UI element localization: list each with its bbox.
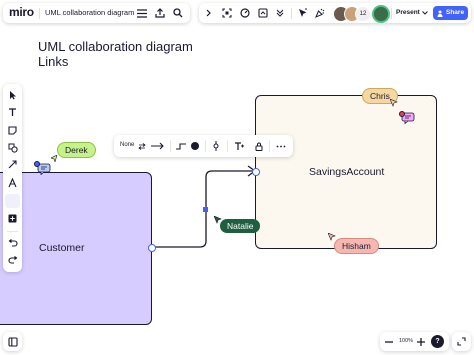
- divider: [7, 231, 18, 232]
- lock-icon[interactable]: [254, 140, 264, 152]
- add-text-icon[interactable]: [233, 140, 245, 152]
- divider: [227, 140, 228, 152]
- connector-end-handle[interactable]: [252, 168, 260, 176]
- sticky-note-tool-icon[interactable]: [6, 124, 19, 137]
- divider: [205, 140, 206, 152]
- present-button-label: Present: [396, 9, 420, 16]
- divider: [391, 8, 392, 19]
- arrow-end-icon[interactable]: [150, 140, 166, 152]
- customer-shape[interactable]: Customer: [0, 172, 152, 325]
- cursor-reactions-icon[interactable]: [297, 7, 309, 19]
- cursor-arrow-icon: [389, 98, 398, 107]
- cursor-label-derek: Derek: [57, 142, 96, 158]
- select-tool-icon[interactable]: [6, 88, 19, 101]
- divider: [291, 8, 292, 19]
- top-left-bar: miro UML collaboration diagram: [3, 3, 190, 23]
- divider: [170, 140, 171, 152]
- swap-icon[interactable]: [137, 140, 147, 152]
- canvas-title-line1: UML collaboration diagram: [38, 39, 193, 54]
- my-avatar[interactable]: [372, 5, 390, 23]
- canvas-title-line2: Links: [38, 54, 69, 69]
- zoom-in-icon[interactable]: [415, 336, 426, 347]
- search-icon[interactable]: [172, 7, 184, 19]
- timer-icon[interactable]: [239, 7, 251, 19]
- divider: [39, 8, 40, 19]
- zoom-level[interactable]: 100%: [399, 338, 413, 344]
- undo-icon[interactable]: [6, 236, 19, 249]
- board-title[interactable]: UML collaboration diagram: [45, 8, 134, 17]
- savings-account-label: SavingsAccount: [309, 166, 385, 178]
- participant-count-badge[interactable]: 12: [355, 6, 371, 22]
- frame-icon[interactable]: [221, 7, 233, 19]
- cursor-arrow-icon: [327, 232, 336, 241]
- shapes-tool-icon[interactable]: [6, 141, 19, 154]
- canvas-title: UML collaboration diagram Links: [38, 39, 193, 69]
- text-tool-icon[interactable]: [6, 106, 19, 119]
- chevron-right-icon[interactable]: [203, 7, 215, 19]
- connector-start-handle[interactable]: [148, 244, 156, 252]
- more-options-icon[interactable]: [275, 140, 287, 152]
- customer-label: Customer: [39, 242, 85, 254]
- share-button[interactable]: Share: [433, 6, 468, 20]
- top-right-bar: 12 Present Share: [199, 3, 471, 23]
- comment-unread-dot: [399, 111, 405, 117]
- share-button-label: Share: [446, 9, 465, 16]
- connector-toolbar: None: [114, 135, 293, 157]
- celebrate-icon[interactable]: [314, 7, 326, 19]
- comment-unread-dot: [34, 161, 40, 167]
- comment-board-icon[interactable]: [257, 7, 269, 19]
- help-icon[interactable]: ?: [431, 335, 444, 348]
- miro-logo[interactable]: miro: [9, 5, 34, 19]
- cursor-label-hisham: Hisham: [334, 238, 379, 254]
- cursor-label-natalie: Natalie: [220, 219, 261, 233]
- panels-toggle-button[interactable]: [3, 332, 22, 351]
- divider: [269, 140, 270, 152]
- line-type-elbow-icon[interactable]: [175, 140, 187, 152]
- left-toolbar: [3, 84, 22, 272]
- pen-tool-icon[interactable]: [6, 176, 19, 189]
- redo-icon[interactable]: [6, 253, 19, 266]
- more-chevron-down-icon[interactable]: [274, 7, 286, 19]
- add-user-icon: [436, 9, 444, 17]
- menu-icon[interactable]: [136, 7, 148, 19]
- connector-mid-handle[interactable]: [203, 207, 208, 212]
- fullscreen-button[interactable]: [452, 332, 471, 351]
- add-more-tools-icon[interactable]: [6, 212, 19, 225]
- cursor-arrow-icon: [50, 154, 58, 162]
- zoom-out-icon[interactable]: [383, 336, 394, 347]
- sidebar-panel-icon: [6, 335, 19, 348]
- fullscreen-icon: [455, 335, 468, 348]
- line-style-icon[interactable]: [211, 140, 221, 152]
- export-icon[interactable]: [154, 7, 166, 19]
- line-color-swatch[interactable]: [191, 142, 199, 150]
- present-chevron-down-icon[interactable]: [421, 8, 429, 18]
- active-tool-highlight[interactable]: [5, 194, 20, 208]
- line-start-label[interactable]: None: [120, 142, 134, 148]
- zoom-controls: 100% ?: [380, 332, 449, 351]
- connection-line-tool-icon[interactable]: [6, 158, 19, 171]
